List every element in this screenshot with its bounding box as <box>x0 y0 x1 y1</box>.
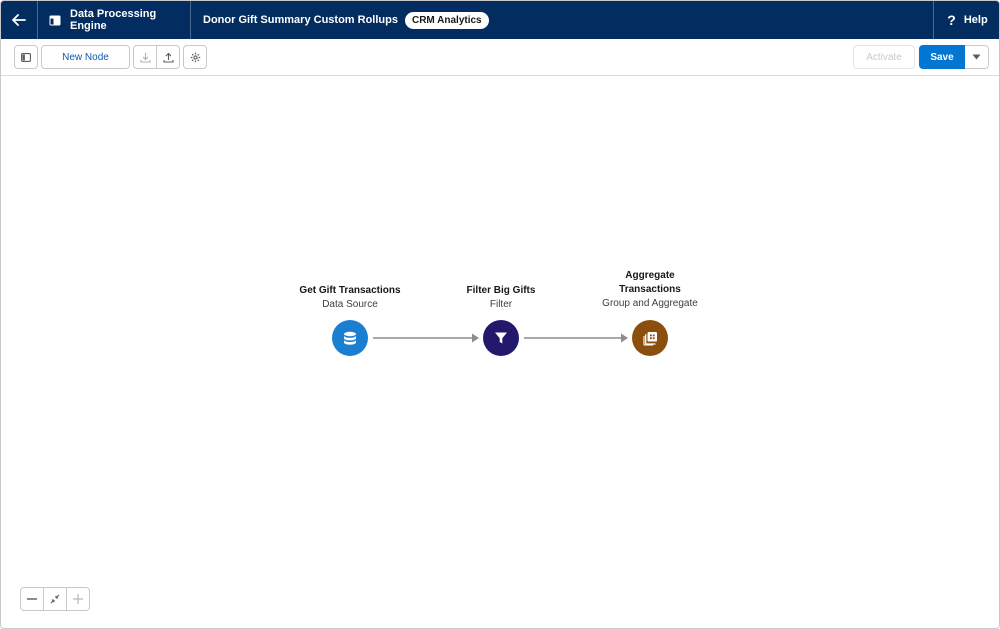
upload-button[interactable] <box>156 46 179 68</box>
node-get-gift-transactions[interactable]: Get Gift Transactions Data Source <box>275 284 425 312</box>
node-type: Data Source <box>322 299 378 310</box>
save-button-group: Save <box>919 45 989 69</box>
sidebar-icon <box>21 52 31 62</box>
plus-icon <box>73 594 83 604</box>
database-icon <box>344 331 356 345</box>
node-type: Group and Aggregate <box>602 298 698 309</box>
page-title: Donor Gift Summary Custom Rollups <box>203 14 398 26</box>
table-icon <box>49 15 61 26</box>
contract-icon <box>50 594 60 604</box>
fit-view-button[interactable] <box>43 588 66 610</box>
arrow-left-icon <box>12 14 26 26</box>
global-header: Data Processing Engine Donor Gift Summar… <box>1 1 999 39</box>
node-aggregate-transactions[interactable]: Aggregate Transactions Group and Aggrega… <box>575 269 725 311</box>
flow-canvas[interactable]: Get Gift Transactions Data Source Filter… <box>1 76 999 628</box>
help-button[interactable]: ? Help <box>933 1 999 39</box>
node-circle-aggregate[interactable] <box>632 320 668 356</box>
node-type: Filter <box>489 299 513 310</box>
help-label: Help <box>963 14 988 26</box>
filter-icon <box>495 332 507 344</box>
back-button[interactable] <box>1 1 38 39</box>
download-icon <box>139 52 151 63</box>
gear-icon <box>190 52 200 62</box>
node-circle-data-source[interactable] <box>332 320 368 356</box>
aggregate-icon <box>642 331 657 346</box>
node-filter-big-gifts[interactable]: Filter Big Gifts Filter <box>426 284 576 312</box>
settings-button[interactable] <box>183 45 207 69</box>
save-button[interactable]: Save <box>919 45 965 69</box>
app-name-label: Data Processing Engine <box>70 8 157 32</box>
node-label-line2: Transactions <box>619 284 681 295</box>
help-icon: ? <box>947 12 956 28</box>
zoom-in-button[interactable] <box>66 588 89 610</box>
toggle-panel-button[interactable] <box>14 45 38 69</box>
page-title-area: Donor Gift Summary Custom Rollups CRM An… <box>191 1 933 39</box>
node-label: Get Gift Transactions <box>299 285 401 296</box>
builder-toolbar: New Node Activate Save <box>1 39 999 76</box>
app-name[interactable]: Data Processing Engine <box>38 1 191 39</box>
upload-icon <box>162 52 174 63</box>
zoom-out-button[interactable] <box>21 588 43 610</box>
node-label: Filter Big Gifts <box>466 285 536 296</box>
app-frame: Data Processing Engine Donor Gift Summar… <box>0 0 1000 629</box>
zoom-controls <box>20 587 90 611</box>
arrowhead-1 <box>472 333 479 343</box>
import-export-group <box>133 45 180 69</box>
activate-button[interactable]: Activate <box>853 45 915 69</box>
node-circle-filter[interactable] <box>483 320 519 356</box>
node-label-line1: Aggregate <box>625 270 675 281</box>
save-options-button[interactable] <box>965 45 989 69</box>
product-badge: CRM Analytics <box>404 11 489 29</box>
arrowhead-2 <box>621 333 628 343</box>
new-node-button[interactable]: New Node <box>41 45 130 69</box>
chevron-down-icon <box>972 54 981 60</box>
download-button[interactable] <box>134 46 156 68</box>
minus-icon <box>27 598 37 600</box>
